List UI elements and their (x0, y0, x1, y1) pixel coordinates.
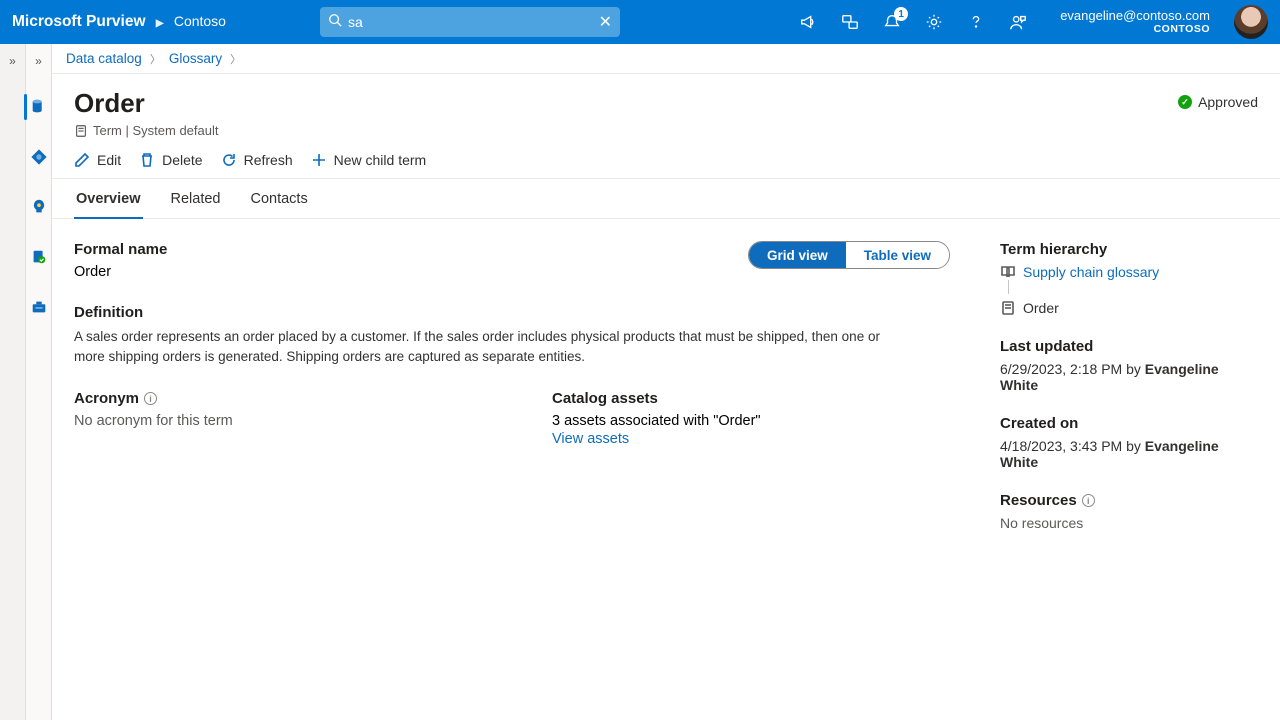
catalog-assets-value: 3 assets associated with "Order" (552, 413, 950, 429)
refresh-icon (221, 152, 237, 168)
megaphone-icon[interactable] (798, 12, 818, 32)
nav-insights-icon[interactable] (28, 196, 50, 218)
page-title: Order (74, 88, 218, 119)
chevron-right-icon: 〉 (230, 51, 241, 67)
acronym-head: Acronym i (74, 390, 472, 407)
brand-caret-icon: ▶ (156, 18, 164, 29)
view-toggle: Grid view Table view (748, 241, 950, 269)
breadcrumb-data-catalog[interactable]: Data catalog (66, 51, 142, 66)
notifications-badge: 1 (894, 7, 908, 21)
brand-label: Microsoft Purview ▶ Contoso (12, 13, 226, 31)
chevron-right-icon: 〉 (150, 51, 161, 67)
command-bar: Edit Delete Refresh New child term (52, 144, 1280, 179)
plus-icon (311, 152, 327, 168)
page-subtitle: Term | System default (74, 123, 218, 138)
nav-rail: » (26, 44, 52, 720)
check-circle-icon (1178, 95, 1192, 109)
gear-icon[interactable] (924, 12, 944, 32)
resources-value: No resources (1000, 515, 1250, 531)
breadcrumb-glossary[interactable]: Glossary (169, 51, 222, 66)
person-feedback-icon[interactable] (1008, 12, 1028, 32)
top-icon-tray: 1 (798, 12, 1028, 32)
clear-search-icon[interactable]: ✕ (599, 12, 612, 32)
nav-data-catalog-icon[interactable] (28, 96, 50, 118)
info-icon[interactable]: i (1082, 494, 1095, 507)
outer-rail: » (0, 44, 26, 720)
hierarchy-self: Order (1023, 300, 1059, 316)
document-icon (1000, 300, 1016, 316)
grid-view-toggle[interactable]: Grid view (749, 242, 846, 268)
refresh-button[interactable]: Refresh (221, 152, 293, 168)
resources-head: Resources i (1000, 492, 1250, 509)
created-on-value: 4/18/2023, 3:43 PM by Evangeline White (1000, 438, 1250, 470)
view-assets-link[interactable]: View assets (552, 431, 950, 447)
search-input[interactable] (342, 14, 599, 30)
tab-bar: Overview Related Contacts (52, 179, 1280, 219)
term-icon (74, 124, 88, 138)
nav-management-icon[interactable] (28, 296, 50, 318)
status-badge: Approved (1178, 94, 1258, 110)
edit-icon (74, 152, 90, 168)
expand-outer-icon[interactable]: » (9, 54, 16, 68)
user-tenant: CONTOSO (1060, 23, 1210, 35)
definition-head: Definition (74, 304, 950, 321)
last-updated-value: 6/29/2023, 2:18 PM by Evangeline White (1000, 361, 1250, 393)
nav-data-map-icon[interactable] (28, 146, 50, 168)
book-icon (1000, 264, 1016, 280)
term-hierarchy-head: Term hierarchy (1000, 241, 1250, 258)
notifications-icon[interactable]: 1 (882, 12, 902, 32)
feedback-icon[interactable] (840, 12, 860, 32)
search-input-wrap[interactable]: ✕ (320, 7, 620, 37)
user-email: evangeline@contoso.com (1060, 9, 1210, 24)
tab-related[interactable]: Related (169, 179, 223, 218)
breadcrumb: Data catalog 〉 Glossary 〉 (52, 44, 1280, 74)
nav-policy-icon[interactable] (28, 246, 50, 268)
created-on-head: Created on (1000, 415, 1250, 432)
acronym-value: No acronym for this term (74, 413, 472, 429)
formal-name-head: Formal name (74, 241, 167, 258)
delete-button[interactable]: Delete (139, 152, 202, 168)
last-updated-head: Last updated (1000, 338, 1250, 355)
top-bar: Microsoft Purview ▶ Contoso ✕ 1 (0, 0, 1280, 44)
delete-icon (139, 152, 155, 168)
edit-button[interactable]: Edit (74, 152, 121, 168)
tab-contacts[interactable]: Contacts (248, 179, 309, 218)
new-child-term-button[interactable]: New child term (311, 152, 427, 168)
hierarchy-parent-link[interactable]: Supply chain glossary (1023, 264, 1159, 280)
search-icon (328, 13, 342, 32)
user-block[interactable]: evangeline@contoso.com CONTOSO (1060, 9, 1210, 36)
expand-nav-icon[interactable]: » (35, 54, 42, 68)
tab-overview[interactable]: Overview (74, 179, 143, 219)
formal-name-value: Order (74, 264, 167, 280)
definition-body: A sales order represents an order placed… (74, 327, 894, 366)
tenant-name[interactable]: Contoso (174, 13, 226, 29)
catalog-assets-head: Catalog assets (552, 390, 950, 407)
help-icon[interactable] (966, 12, 986, 32)
table-view-toggle[interactable]: Table view (846, 242, 949, 268)
info-icon[interactable]: i (144, 392, 157, 405)
avatar[interactable] (1234, 5, 1268, 39)
